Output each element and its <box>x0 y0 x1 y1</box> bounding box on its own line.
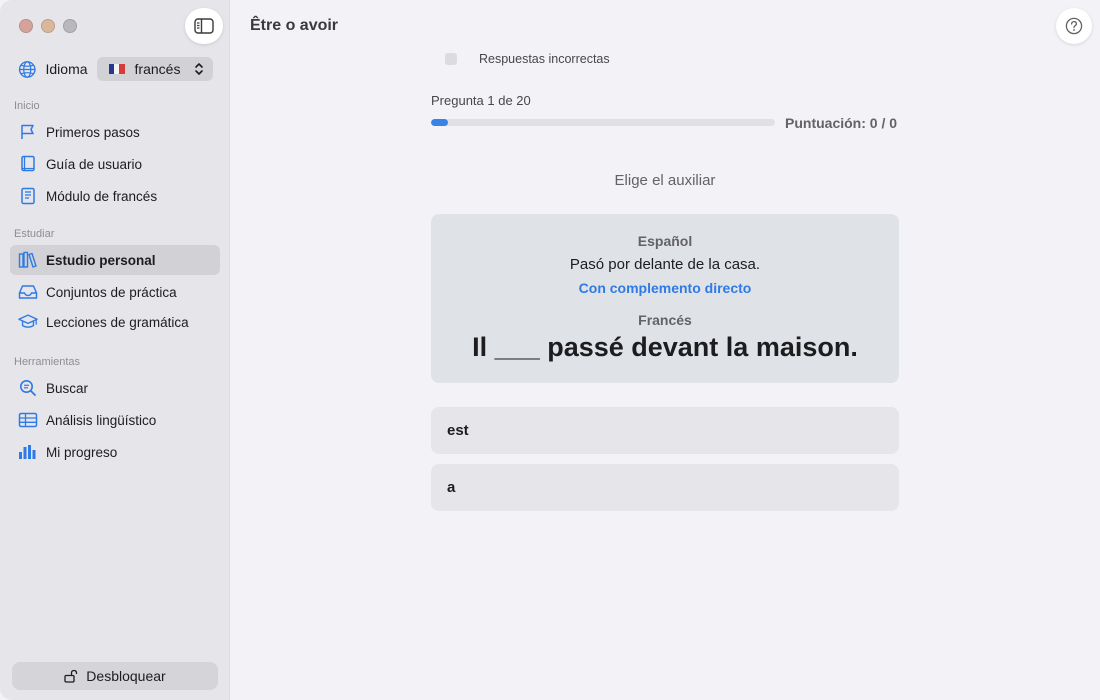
sidebar-item-label: Guía de usuario <box>46 156 143 172</box>
sidebar-item-primeros-pasos[interactable]: Primeros pasos <box>10 117 220 147</box>
book-icon <box>18 154 38 174</box>
section-title-inicio: Inicio <box>14 100 40 112</box>
close-window-button[interactable] <box>19 19 33 33</box>
help-button[interactable] <box>1056 8 1092 44</box>
document-book-icon <box>18 186 38 206</box>
question-counter: Pregunta 1 de 20 <box>431 93 531 108</box>
score-display: Puntuación: 0 / 0 <box>785 115 898 131</box>
source-language-label: Español <box>637 233 693 249</box>
sidebar-item-conjuntos-de-practica[interactable]: Conjuntos de práctica <box>10 277 220 307</box>
sidebar-item-estudio-personal[interactable]: Estudio personal <box>10 245 220 275</box>
incorrect-answers-filter[interactable]: Respuestas incorrectas <box>445 52 610 66</box>
app-window: Idioma francés Inicio Primeros pasos Guí… <box>0 0 1100 700</box>
chevron-up-down-icon <box>195 63 203 75</box>
sidebar: Idioma francés Inicio Primeros pasos Guí… <box>0 0 230 700</box>
grammar-hint-link[interactable]: Con complemento directo <box>431 280 899 296</box>
minimize-window-button[interactable] <box>41 19 55 33</box>
zoom-window-button[interactable] <box>63 19 77 33</box>
sidebar-item-label: Mi progreso <box>46 444 118 460</box>
graduation-cap-icon <box>18 312 38 332</box>
sidebar-toggle-button[interactable] <box>185 8 223 44</box>
french-flag-icon <box>108 64 125 74</box>
language-label: Idioma <box>45 61 88 77</box>
window-controls <box>19 19 77 33</box>
sidebar-item-modulo-de-frances[interactable]: Módulo de francés <box>10 181 220 211</box>
sidebar-item-label: Módulo de francés <box>46 188 158 204</box>
question-card: Español Pasó por delante de la casa. Con… <box>431 214 899 383</box>
unlock-button[interactable]: Desbloquear <box>12 662 218 690</box>
tray-icon <box>18 282 38 302</box>
sidebar-icon <box>194 18 214 34</box>
sidebar-item-analisis-linguistico[interactable]: Análisis lingüístico <box>10 405 220 435</box>
books-icon <box>18 250 38 270</box>
sidebar-item-label: Lecciones de gramática <box>46 314 189 330</box>
table-icon <box>18 410 38 430</box>
globe-icon <box>18 60 36 78</box>
sidebar-item-label: Primeros pasos <box>46 124 140 140</box>
page-title: Être o avoir <box>250 17 339 34</box>
sidebar-item-label: Buscar <box>46 380 89 396</box>
progress-bar-fill <box>431 119 449 126</box>
sidebar-item-label: Análisis lingüístico <box>46 412 157 428</box>
flag-icon <box>18 122 38 142</box>
target-language-label: Francés <box>638 312 692 328</box>
question-mark-icon <box>1065 17 1083 35</box>
sidebar-item-label: Estudio personal <box>46 252 156 268</box>
sidebar-item-lecciones-de-gramatica[interactable]: Lecciones de gramática <box>10 307 220 337</box>
incorrect-answers-label: Respuestas incorrectas <box>479 52 610 66</box>
unlock-icon <box>64 669 78 683</box>
answer-option-est[interactable]: est <box>431 407 899 454</box>
sidebar-item-buscar[interactable]: Buscar <box>10 373 220 403</box>
bar-chart-icon <box>18 442 38 462</box>
main-content: Être o avoir Respuestas incorrectas Preg… <box>231 0 1100 700</box>
sidebar-item-guia-de-usuario[interactable]: Guía de usuario <box>10 149 220 179</box>
search-document-icon <box>18 378 38 398</box>
unlock-label: Desbloquear <box>86 668 166 684</box>
source-sentence: Pasó por delante de la casa. <box>569 256 761 273</box>
answer-option-a[interactable]: a <box>431 464 899 511</box>
language-select-value: francés <box>134 61 181 77</box>
progress-bar <box>431 119 775 126</box>
incorrect-answers-checkbox[interactable] <box>445 53 457 65</box>
section-title-estudiar: Estudiar <box>14 228 55 240</box>
sidebar-item-label: Conjuntos de práctica <box>46 284 177 300</box>
sidebar-item-mi-progreso[interactable]: Mi progreso <box>10 437 220 467</box>
instruction-text: Elige el auxiliar <box>614 172 716 189</box>
language-row: Idioma francés <box>18 56 213 82</box>
target-sentence: Il ___ passé devant la maison. <box>472 332 858 362</box>
language-select[interactable]: francés <box>96 57 213 81</box>
section-title-herramientas: Herramientas <box>14 356 81 368</box>
